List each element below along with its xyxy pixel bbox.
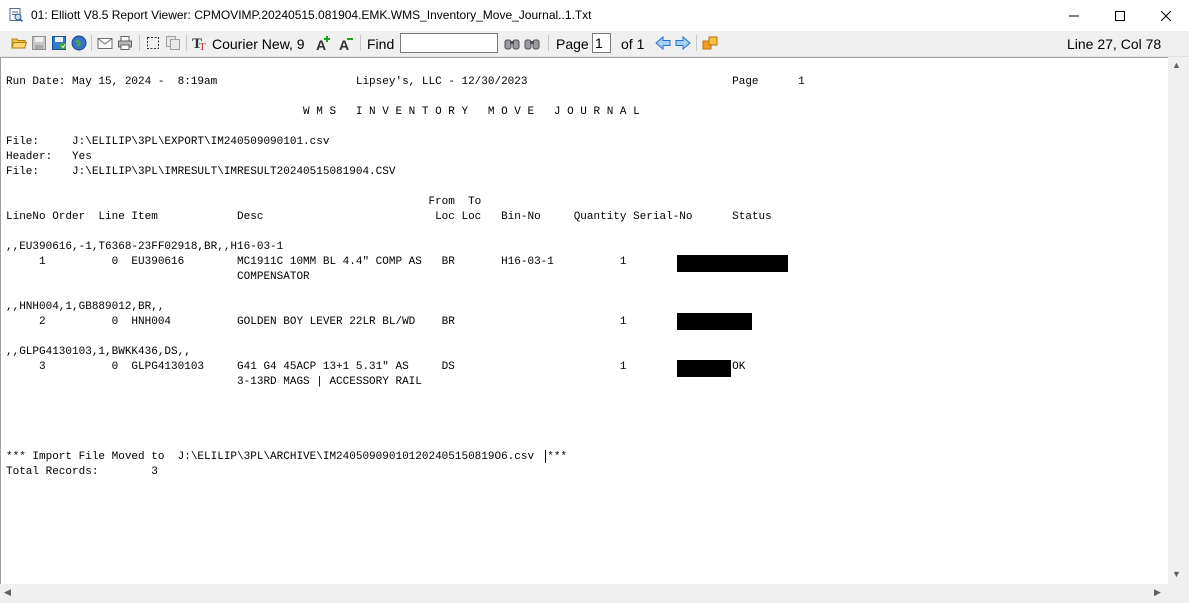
report-line: 2 0 HNH004 GOLDEN BOY LEVER 22LR BL/WD B…	[6, 316, 746, 328]
cursor-position: Line 27, Col 78	[1067, 36, 1162, 52]
find-label: Find	[367, 36, 395, 52]
toolbar-separator	[548, 35, 549, 51]
svg-text:T: T	[199, 41, 206, 51]
toolbar-separator	[186, 35, 187, 51]
window-title: 01: Elliott V8.5 Report Viewer: CPMOVIMP…	[31, 8, 592, 22]
text-cursor	[545, 450, 546, 463]
minimize-button[interactable]	[1051, 0, 1097, 31]
report-line: LineNo Order Line Item Desc Loc Loc Bin-…	[6, 211, 772, 223]
report-line: From To	[6, 196, 482, 208]
select-all-icon[interactable]	[145, 35, 161, 51]
report-line: File: J:\ELILIP\3PL\IMRESULT\IMRESULT202…	[6, 166, 396, 178]
toolbar-separator	[360, 35, 361, 51]
find-input[interactable]	[400, 33, 498, 53]
report-line: 1 0 EU390616 MC1911C 10MM BL 4.4" COMP A…	[6, 256, 733, 268]
redaction-bar	[677, 360, 731, 377]
title-bar: 01: Elliott V8.5 Report Viewer: CPMOVIMP…	[0, 0, 1189, 31]
email-icon[interactable]	[97, 35, 113, 51]
report-line: COMPENSATOR	[6, 271, 310, 283]
find-next-icon[interactable]	[524, 35, 540, 51]
toolbar-separator	[696, 35, 697, 51]
redaction-bar	[677, 313, 752, 330]
close-button[interactable]	[1143, 0, 1189, 31]
report-line: ,,EU390616,-1,T6368-23FF02918,BR,,H16-03…	[6, 241, 284, 253]
export-icon[interactable]	[702, 35, 718, 51]
maximize-button[interactable]	[1097, 0, 1143, 31]
toolbar: T T Courier New, 9 A A Find Page of 1 Li…	[0, 31, 1189, 57]
increase-font-icon[interactable]: A	[316, 35, 332, 51]
report-line: 3 0 GLPG4130103 G41 G4 45ACP 13+1 5.31" …	[6, 361, 746, 373]
close-icon	[1161, 10, 1171, 21]
page-label: Page	[556, 36, 589, 52]
report-viewer-icon	[9, 8, 23, 22]
report-line: W M S I N V E N T O R Y M O V E J O U R …	[6, 106, 640, 118]
font-icon[interactable]: T T	[192, 35, 208, 51]
report-line: File: J:\ELILIP\3PL\EXPORT\IM24050909010…	[6, 136, 330, 148]
redaction-bar	[677, 255, 788, 272]
maximize-icon	[1115, 10, 1125, 21]
report-line: Header: Yes	[6, 151, 92, 163]
scroll-right-icon[interactable]: ▶	[1154, 587, 1161, 598]
open-folder-icon[interactable]	[11, 35, 27, 51]
page-input[interactable]	[592, 33, 611, 53]
save-icon[interactable]	[31, 35, 47, 51]
next-page-icon[interactable]	[675, 35, 691, 51]
scroll-down-icon[interactable]: ▼	[1172, 569, 1181, 579]
report-line: ,,HNH004,1,GB889012,BR,,	[6, 301, 165, 313]
copy-icon[interactable]	[165, 35, 181, 51]
print-icon[interactable]	[117, 35, 133, 51]
decrease-font-icon[interactable]: A	[339, 35, 355, 51]
find-previous-icon[interactable]	[504, 35, 520, 51]
previous-page-icon[interactable]	[655, 35, 671, 51]
scroll-left-icon[interactable]: ◀	[4, 587, 11, 598]
report-view[interactable]: Run Date: May 15, 2024 - 8:19am Lipsey's…	[0, 57, 1168, 584]
report-line: Run Date: May 15, 2024 - 8:19am Lipsey's…	[6, 76, 805, 88]
vertical-scrollbar[interactable]: ▲ ▼	[1168, 57, 1185, 584]
report-line: *** Import File Moved to J:\ELILIP\3PL\A…	[6, 451, 568, 463]
report-line: Total Records: 3	[6, 466, 158, 478]
toolbar-separator	[91, 35, 92, 51]
toolbar-separator	[139, 35, 140, 51]
scroll-up-icon[interactable]: ▲	[1172, 60, 1181, 70]
page-count: of 1	[621, 36, 645, 52]
horizontal-scrollbar[interactable]: ◀ ▶	[0, 584, 1168, 601]
report-line: 3-13RD MAGS | ACCESSORY RAIL	[6, 376, 422, 388]
save-as-icon[interactable]	[51, 35, 67, 51]
report-line: ,,GLPG4130103,1,BWKK436,DS,,	[6, 346, 191, 358]
font-name[interactable]: Courier New, 9	[212, 36, 305, 52]
scrollbar-corner	[1168, 584, 1189, 603]
minimize-icon	[1069, 15, 1079, 16]
globe-icon[interactable]	[71, 35, 87, 51]
